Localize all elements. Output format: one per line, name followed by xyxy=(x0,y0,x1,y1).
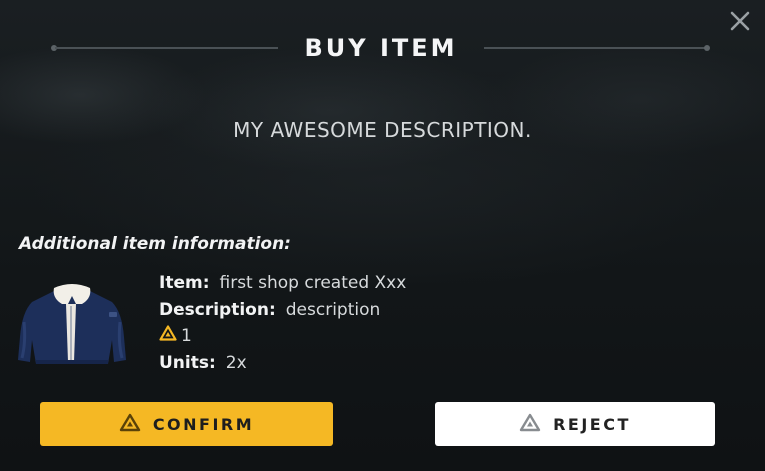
item-price-row: 1 xyxy=(159,323,406,350)
additional-info-heading: Additional item information: xyxy=(19,234,291,254)
triangle-currency-icon xyxy=(519,413,541,436)
dialog-header: BUY ITEM xyxy=(0,30,765,66)
header-divider-left xyxy=(55,47,278,49)
reject-button-label: REJECT xyxy=(553,414,631,434)
item-description-row: Description: description xyxy=(159,297,406,324)
item-description-value: description xyxy=(285,299,381,320)
header-divider-right xyxy=(484,47,706,49)
item-description-label: Description: xyxy=(159,299,276,320)
jacket-icon xyxy=(16,282,128,368)
reject-button[interactable]: REJECT xyxy=(435,402,715,446)
dialog-title: BUY ITEM xyxy=(304,34,458,62)
item-info: Item: first shop created Xxx Description:… xyxy=(159,270,406,376)
header-divider-dot xyxy=(704,45,710,51)
item-name-value: first shop created Xxx xyxy=(219,273,407,293)
triangle-currency-icon xyxy=(159,323,177,350)
item-units-label: Units: xyxy=(159,352,216,373)
item-name-label: Item: xyxy=(159,273,210,293)
item-name-row: Item: first shop created Xxx xyxy=(159,270,406,297)
item-units-value: 2x xyxy=(225,352,247,373)
confirm-button-label: CONFIRM xyxy=(152,414,255,434)
confirm-button[interactable]: CONFIRM xyxy=(40,402,333,446)
item-price-value: 1 xyxy=(181,326,192,346)
triangle-currency-icon xyxy=(119,413,141,436)
dialog-description: MY AWESOME DESCRIPTION. xyxy=(233,118,532,142)
item-units-row: Units: 2x xyxy=(159,350,406,377)
